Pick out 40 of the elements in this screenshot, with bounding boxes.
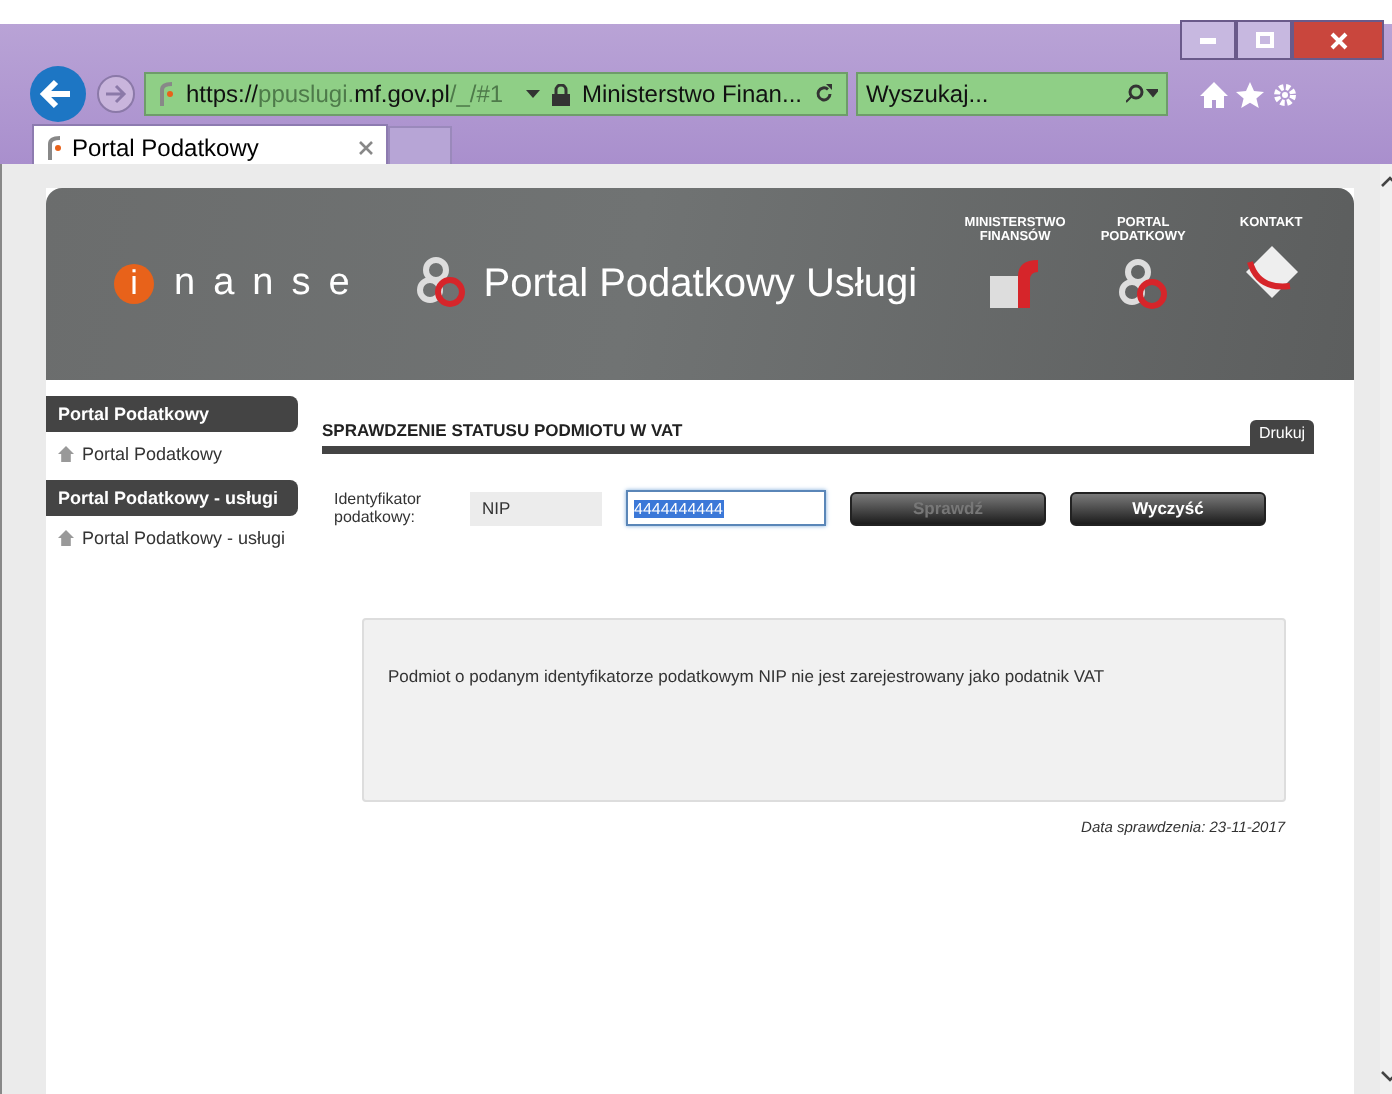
sidebar-link[interactable]: Portal Podatkowy (46, 432, 298, 480)
envelope-icon (1241, 242, 1302, 303)
settings-icon[interactable] (1272, 81, 1298, 107)
home-icon (58, 530, 74, 546)
close-icon (1329, 31, 1347, 49)
id-type-field[interactable]: NIP (470, 491, 602, 526)
back-button[interactable] (28, 64, 88, 124)
print-button[interactable]: Drukuj (1250, 420, 1314, 446)
minimize-icon (1200, 37, 1216, 43)
refresh-icon[interactable] (814, 84, 834, 104)
section-title: SPRAWDZENIE STATUSU PODMIOTU W VAT (322, 420, 683, 444)
url-text: https://ppuslugi.mf.gov.pl/_/#1 (186, 80, 506, 108)
result-message: Podmiot o podanym identyfikatorze podatkowym NIP nie jest zarejestrowany jako podatnik VAT (388, 666, 1105, 687)
star-icon[interactable] (1236, 81, 1264, 107)
home-icon[interactable] (1200, 81, 1228, 107)
dropdown-icon (525, 90, 540, 98)
input-field[interactable]: 4444444444 (626, 490, 826, 527)
logo-text: nanse (174, 262, 368, 306)
site-identity: Ministerstwo Finan... (581, 80, 802, 108)
sidebar-link[interactable]: Portal Podatkowy - usługi (46, 516, 298, 564)
action-button[interactable]: Wyczyść (1070, 491, 1266, 526)
sidebar-heading: Portal Podatkowy - usługi (46, 480, 298, 516)
lock-icon (551, 83, 570, 105)
maximize-icon (1255, 32, 1273, 48)
new-tab-button[interactable] (388, 126, 452, 168)
minimize-button[interactable] (1180, 20, 1236, 60)
search-field[interactable]: Wyszukaj... (856, 72, 1168, 116)
search-icon[interactable] (1126, 84, 1158, 104)
home-icon (58, 446, 74, 462)
address-bar[interactable]: https://ppuslugi.mf.gov.pl/_/#1 Ministerstwo Finan... (144, 72, 848, 116)
logo-mark: i (114, 264, 154, 304)
close-button[interactable] (1292, 20, 1384, 60)
site-favicon-icon (46, 135, 62, 159)
site-favicon-icon (158, 82, 174, 106)
browser-tab[interactable]: Portal Podatkowy (32, 124, 388, 168)
site-title: Portal Podatkowy Usługi (483, 261, 918, 307)
field-label: Identyfikator podatkowy: (334, 490, 424, 527)
sidebar-heading: Portal Podatkowy (46, 396, 298, 432)
close-icon[interactable] (358, 139, 374, 155)
maximize-button[interactable] (1236, 20, 1292, 60)
